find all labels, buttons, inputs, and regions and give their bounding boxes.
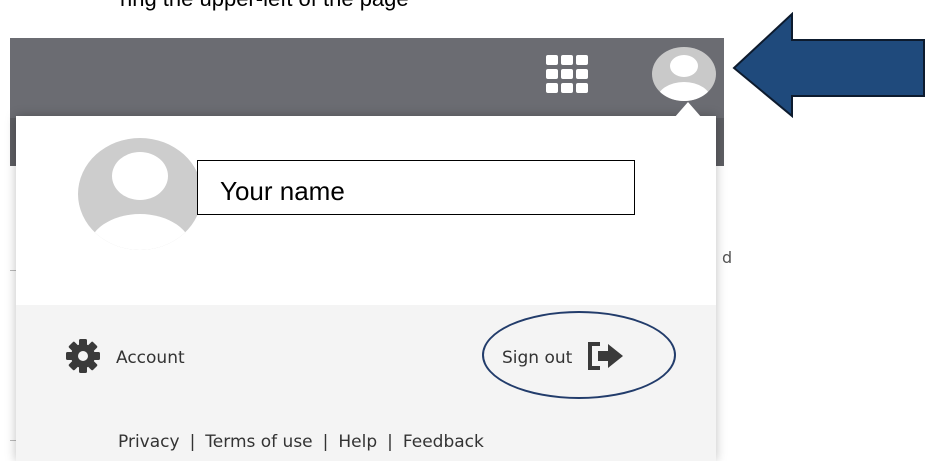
profile-avatar-icon: [78, 138, 202, 250]
account-label: Account: [116, 348, 185, 368]
terms-of-use-link[interactable]: Terms of use: [205, 432, 312, 452]
footer-separator: |: [189, 432, 196, 452]
caption-fragment: ring the upper-left of the page: [120, 0, 409, 12]
privacy-link[interactable]: Privacy: [118, 432, 180, 452]
grid-icon[interactable]: [543, 52, 589, 96]
help-link[interactable]: Help: [338, 432, 377, 452]
page-text-fragment: d: [722, 248, 733, 267]
profile-name: Your name: [197, 160, 635, 215]
annotation-arrow-icon: [730, 11, 928, 119]
footer-separator: |: [387, 432, 393, 452]
app-header: [10, 38, 724, 118]
gear-icon: [64, 338, 102, 379]
flyout-caret: [674, 102, 702, 118]
annotation-circle: [482, 311, 676, 399]
footer-separator: |: [322, 432, 329, 452]
feedback-link[interactable]: Feedback: [403, 432, 484, 452]
account-link[interactable]: Account: [64, 338, 185, 379]
footer-links: Privacy | Terms of use | Help | Feedback: [118, 432, 484, 452]
user-avatar-icon[interactable]: [651, 46, 717, 102]
